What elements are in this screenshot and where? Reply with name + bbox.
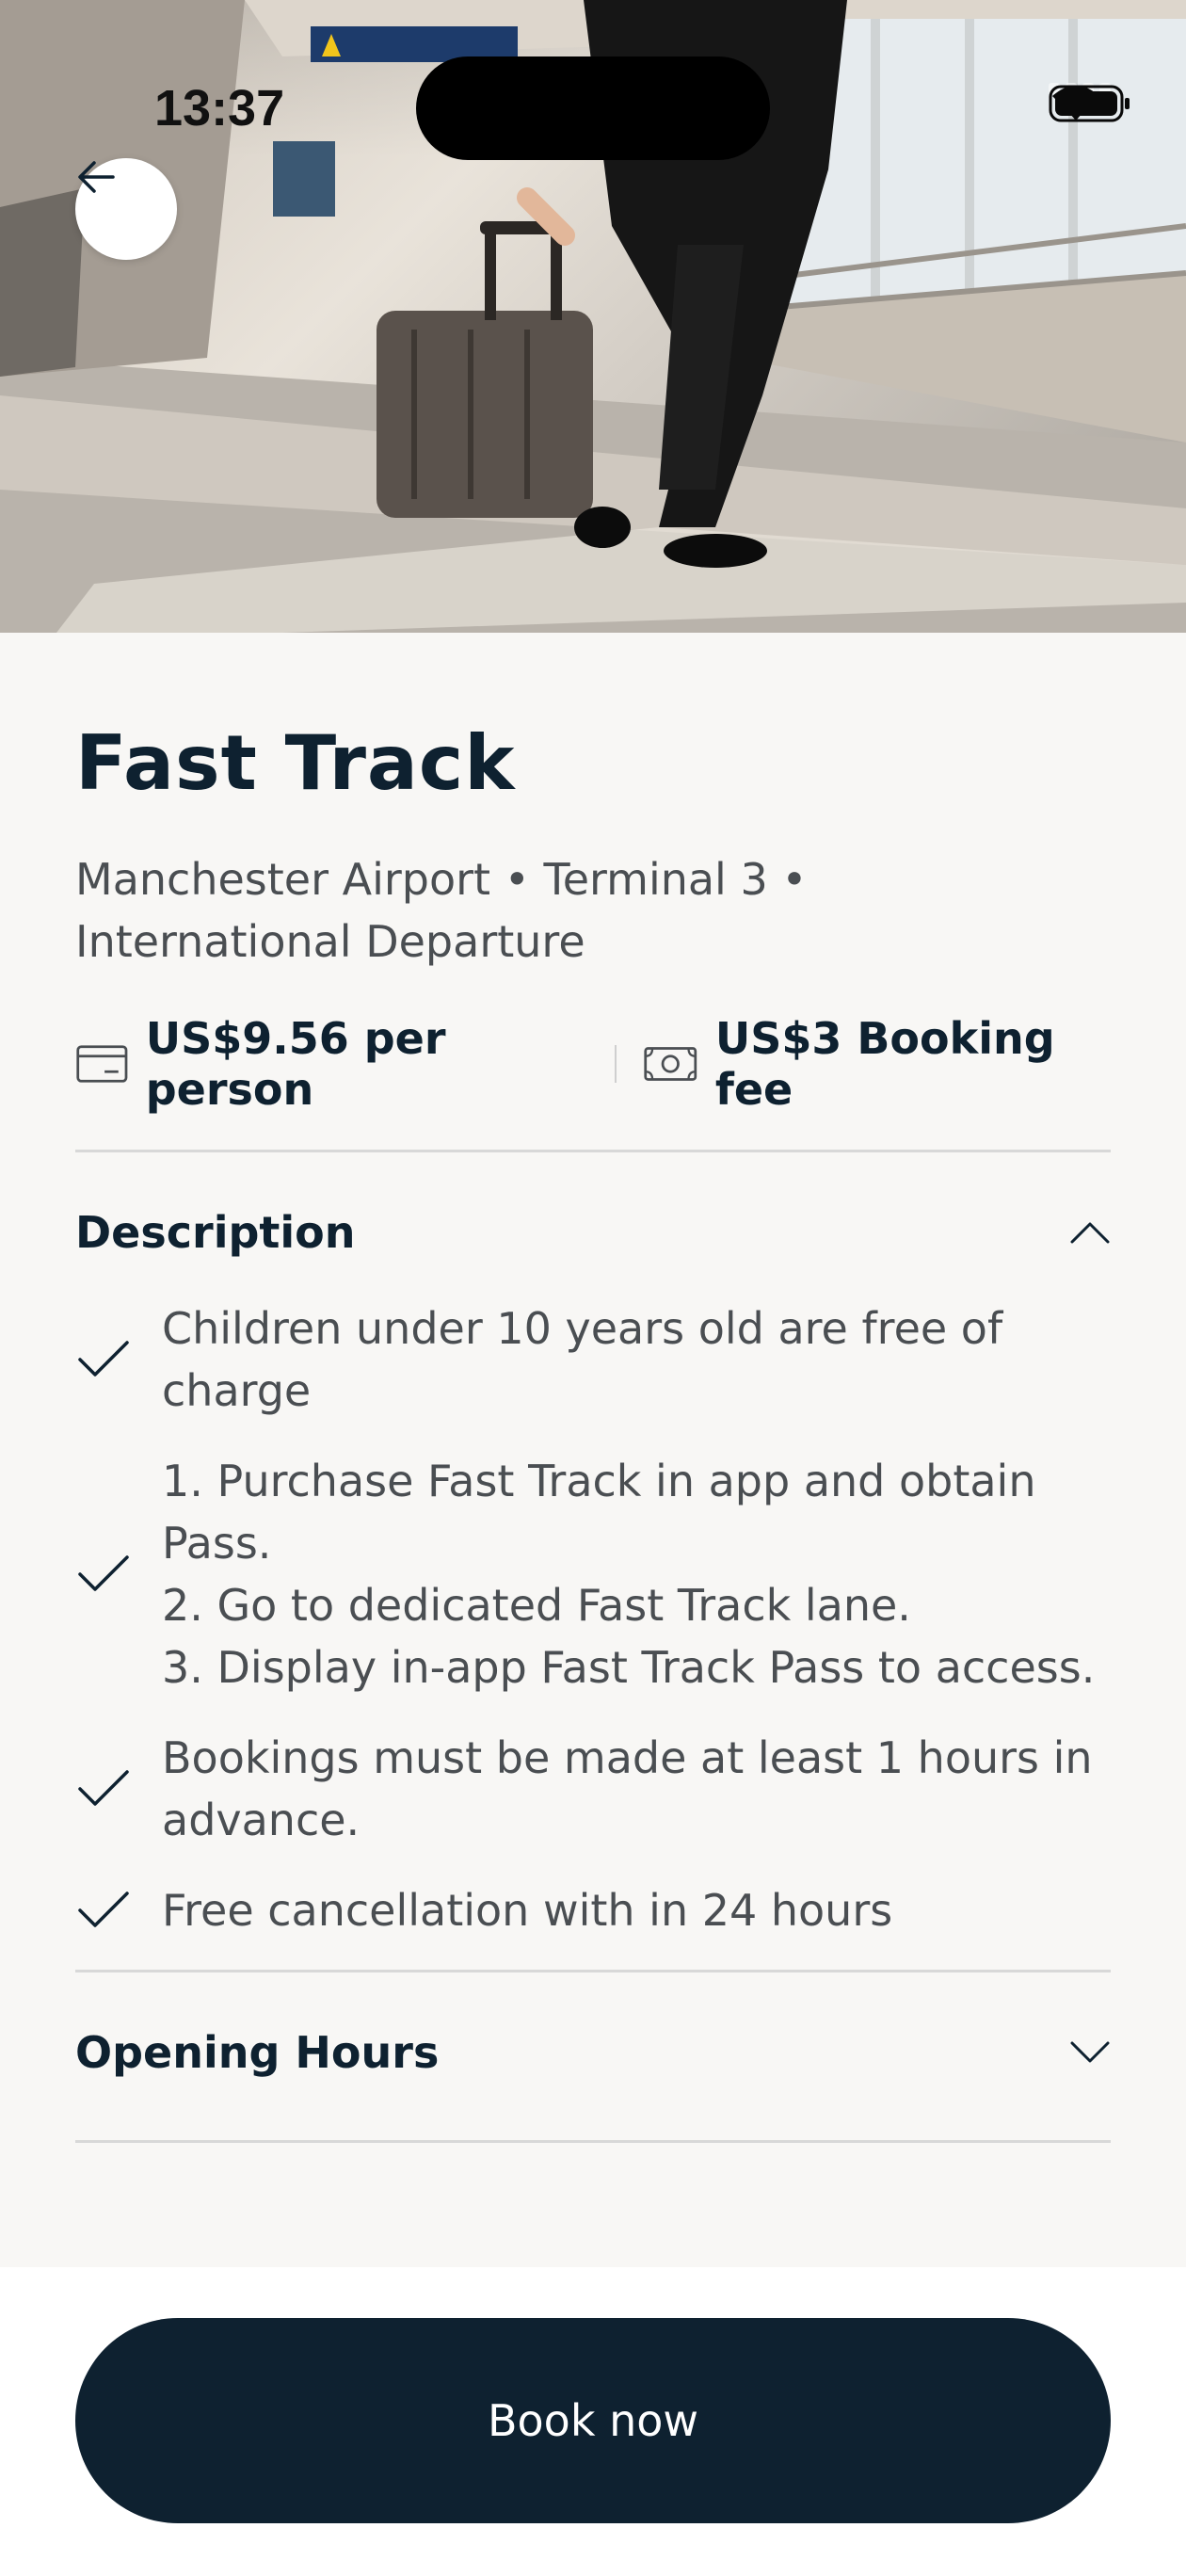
description-item-text: Children under 10 years old are free of … bbox=[162, 1303, 1003, 1416]
book-now-button[interactable]: Book now bbox=[75, 2318, 1111, 2523]
battery-icon bbox=[1049, 85, 1130, 122]
price-per-person: US$9.56 per person bbox=[75, 1013, 588, 1115]
chevron-up-icon bbox=[1070, 1222, 1110, 1244]
screen: 13:37 Fast Track Manchester Airport • Te… bbox=[0, 0, 1186, 2576]
booking-fee: US$3 Booking fee bbox=[643, 1013, 1111, 1115]
divider bbox=[75, 2140, 1111, 2143]
description-accordion-header[interactable]: Description bbox=[75, 1152, 1111, 1312]
card-icon bbox=[76, 1045, 128, 1083]
location-text: Manchester Airport • Terminal 3 • Intern… bbox=[75, 854, 808, 967]
product-details: Fast Track Manchester Airport • Terminal… bbox=[75, 633, 1111, 2143]
check-icon bbox=[75, 1554, 132, 1595]
list-item: Free cancellation with in 24 hours bbox=[75, 1879, 1111, 1941]
hero-image: 13:37 bbox=[0, 0, 1186, 633]
price-text: US$9.56 per person bbox=[145, 1013, 446, 1115]
chevron-down-icon bbox=[1070, 2041, 1110, 2063]
opening-hours-title: Opening Hours bbox=[75, 2027, 440, 2078]
arrow-left-icon bbox=[78, 161, 115, 193]
description-item-text: Free cancellation with in 24 hours bbox=[162, 1885, 893, 1936]
cash-icon bbox=[644, 1047, 697, 1081]
check-icon bbox=[75, 1768, 132, 1810]
description-title: Description bbox=[75, 1207, 356, 1258]
status-icons bbox=[1049, 83, 1130, 122]
back-button[interactable] bbox=[75, 158, 177, 260]
list-item: Children under 10 years old are free of … bbox=[75, 1297, 1111, 1422]
bottom-action-bar: Book now bbox=[0, 2267, 1186, 2576]
check-icon bbox=[75, 1339, 132, 1380]
check-icon bbox=[75, 1890, 132, 1931]
booking-fee-text: US$3 Booking fee bbox=[714, 1013, 1055, 1115]
description-item-text: 1. Purchase Fast Track in app and obtain… bbox=[162, 1456, 1096, 1693]
list-item: 1. Purchase Fast Track in app and obtain… bbox=[75, 1450, 1111, 1699]
list-item: Bookings must be made at least 1 hours i… bbox=[75, 1727, 1111, 1851]
description-item-text: Bookings must be made at least 1 hours i… bbox=[162, 1732, 1093, 1845]
price-separator bbox=[614, 1045, 617, 1083]
page-title: Fast Track bbox=[75, 719, 516, 807]
status-time: 13:37 bbox=[154, 80, 285, 137]
opening-hours-accordion-header[interactable]: Opening Hours bbox=[75, 1972, 1111, 2133]
dynamic-island bbox=[416, 56, 770, 160]
price-row: US$9.56 per person US$3 Booking fee bbox=[75, 1013, 1111, 1115]
description-list: Children under 10 years old are free of … bbox=[75, 1297, 1111, 1941]
